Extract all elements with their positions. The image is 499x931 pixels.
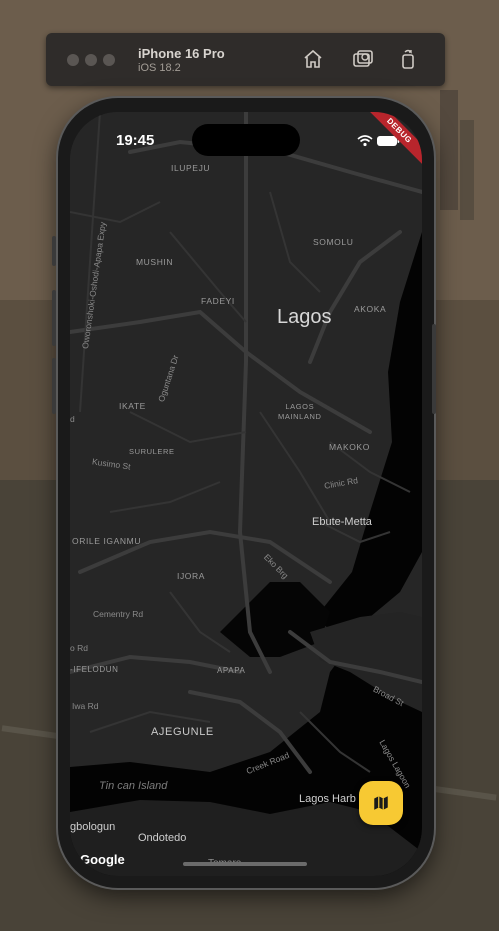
area-label-ijora: IJORA <box>177 571 206 581</box>
area-label-ajegunle: AJEGUNLE <box>151 726 214 738</box>
area-label-lagos-mainland: LAGOS MAINLAND <box>278 402 322 421</box>
area-label-akoka: AKOKA <box>354 304 387 314</box>
area-label-ikate: IKATE <box>119 401 146 411</box>
area-label-somolu: SOMOLU <box>313 237 354 247</box>
city-label-lagos: Lagos <box>277 306 332 328</box>
home-icon[interactable] <box>301 47 325 71</box>
road-label-o-rd: o Rd <box>70 643 88 653</box>
area-label-surulere: SURULERE <box>129 447 175 456</box>
status-time: 19:45 <box>116 132 155 149</box>
area-label-ifelodun: -IFELODUN <box>70 665 119 674</box>
window-close-dot[interactable] <box>67 54 79 66</box>
area-label-ilupeju: ILUPEJU <box>171 163 211 173</box>
area-label-fadeyi: FADEYI <box>201 296 235 306</box>
area-label-orile-iganmu: ORILE IGANMU <box>72 536 142 546</box>
area-label-makoko: MAKOKO <box>329 442 370 452</box>
dynamic-island <box>192 124 300 156</box>
home-indicator[interactable] <box>183 862 307 866</box>
window-zoom-dot[interactable] <box>103 54 115 66</box>
power-button <box>432 324 436 414</box>
rotate-icon[interactable] <box>396 47 420 71</box>
simulator-toolbar: iPhone 16 Pro iOS 18.2 <box>46 33 445 86</box>
volume-down-button <box>52 358 56 414</box>
wifi-icon <box>357 135 373 147</box>
road-label-d: d <box>70 414 75 424</box>
road-label-iwa: Iwa Rd <box>72 701 99 711</box>
place-label-ondotedo: Ondotedo <box>138 832 187 844</box>
road-label-cementry: Cementry Rd <box>93 609 144 619</box>
screenshot-icon[interactable] <box>351 47 375 71</box>
map-icon <box>374 796 388 810</box>
os-version: iOS 18.2 <box>138 62 181 74</box>
status-icons <box>357 135 400 147</box>
phone-screen: ILUPEJU SOMOLU MUSHIN FADEYI AKOKA Lagos… <box>70 112 422 876</box>
area-label-mushin: MUSHIN <box>136 257 174 267</box>
volume-up-button <box>52 290 56 346</box>
map-type-fab[interactable] <box>359 781 403 825</box>
place-label-ogbologun: gbologun <box>70 821 116 833</box>
water-label-tin-can-island: Tin can Island <box>99 780 168 792</box>
action-button <box>52 236 56 266</box>
window-minimize-dot[interactable] <box>85 54 97 66</box>
device-name: iPhone 16 Pro <box>138 46 225 61</box>
map-view[interactable] <box>70 112 422 876</box>
place-label-ebute-metta: Ebute-Metta <box>312 516 372 528</box>
google-logo: Google <box>80 852 125 867</box>
area-label-apapa: APAPA <box>217 666 246 675</box>
place-label-lagos-harbour: Lagos Harb <box>299 793 356 805</box>
